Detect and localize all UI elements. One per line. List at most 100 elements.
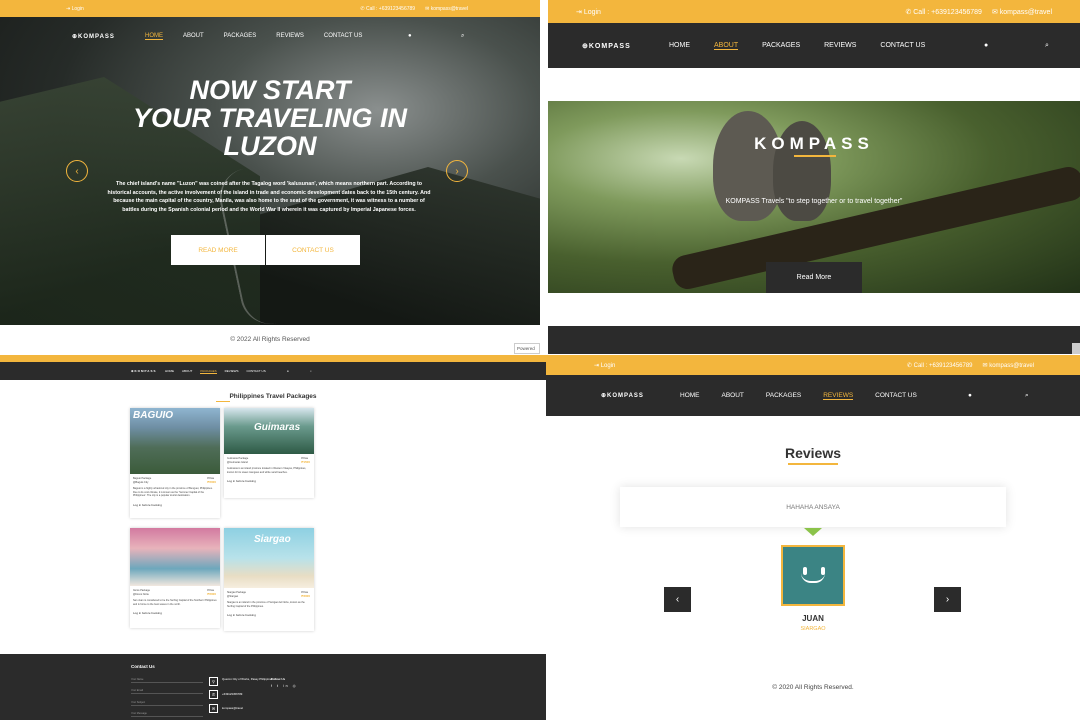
package-card[interactable]: Siargao Price ₱3000 Siargao Package @Siar… — [224, 528, 314, 631]
mail-icon: ✉ — [209, 704, 218, 713]
read-more-button[interactable]: READ MORE — [171, 235, 265, 265]
login-to-book[interactable]: Log in before booking — [224, 477, 314, 489]
title-underline — [216, 401, 230, 402]
user-icon[interactable]: ● — [984, 42, 988, 49]
nav-packages[interactable]: PACKAGES — [200, 369, 217, 374]
title-underline — [794, 155, 836, 157]
nav-about[interactable]: ABOUT — [714, 42, 739, 50]
prev-review-button[interactable]: ‹ — [664, 587, 691, 612]
login-link[interactable]: ⇥ Login — [66, 6, 84, 12]
footer-copyright: © 2022 All Rights Reserved — [0, 325, 540, 354]
package-desc: Baguio is a highly urbanized city in the… — [133, 487, 213, 497]
nav-contact[interactable]: CONTACT US — [875, 392, 917, 400]
package-location: @Baguio City — [133, 480, 149, 484]
chevron-right-icon[interactable]: › — [446, 160, 468, 182]
nav-packages[interactable]: PACKAGES — [766, 392, 801, 400]
nav-reviews[interactable]: REVIEWS — [276, 33, 304, 40]
reviewer-name: JUAN — [802, 614, 824, 623]
read-more-button[interactable]: Read More — [766, 262, 862, 293]
edge-tab — [1072, 343, 1080, 354]
home-page-screenshot: ⇥ Login ✆ Call : +639123456789 ✉ kompass… — [0, 0, 540, 354]
nav-about[interactable]: ABOUT — [183, 33, 204, 40]
email-text: kompass@travel — [222, 706, 243, 710]
nav-contact[interactable]: CONTACT US — [246, 369, 265, 374]
nav-about[interactable]: ABOUT — [722, 392, 744, 400]
tagline: KOMPASS Travels "to step together or to … — [725, 198, 903, 205]
message-field[interactable]: Your Message — [131, 712, 203, 717]
user-icon[interactable]: ● — [287, 369, 289, 373]
nav-reviews[interactable]: REVIEWS — [824, 42, 856, 50]
logo[interactable]: ⊕KOMPASS — [582, 42, 631, 50]
nav-contact[interactable]: CONTACT US — [324, 33, 362, 40]
reviews-page-screenshot: ⇥ Login ✆ Call : +639123456789 ✉ kompass… — [546, 355, 1080, 720]
email-field[interactable]: Your Email — [131, 689, 203, 694]
package-image: Siargao — [224, 528, 314, 588]
package-location: @Guimaras Island — [227, 460, 248, 464]
search-icon[interactable]: ⌕ — [1025, 392, 1029, 400]
login-link[interactable]: ⇥ Login — [576, 8, 601, 16]
about-page-screenshot: ⇥ Login ✆ Call : +639123456789 ✉ kompass… — [548, 0, 1080, 354]
nav-home[interactable]: HOME — [669, 42, 690, 50]
call-info: ✆ Call : +639123456789 — [906, 362, 973, 369]
package-card[interactable]: BAGUIO Price ₱2000 Baguio Package @Baguio… — [130, 408, 220, 518]
nav-packages[interactable]: PACKAGES — [224, 33, 257, 40]
next-review-button[interactable]: › — [934, 587, 961, 612]
nav-contact[interactable]: CONTACT US — [880, 42, 925, 50]
nav-about[interactable]: ABOUT — [182, 369, 192, 374]
chevron-left-icon[interactable]: ‹ — [66, 160, 88, 182]
nav-home[interactable]: HOME — [680, 392, 700, 400]
email-info: ✉ kompass@travel — [991, 8, 1052, 16]
subject-field[interactable]: Your Subject — [131, 701, 203, 706]
nav-home[interactable]: HOME — [145, 33, 163, 40]
call-info: ✆ Call : +639123456789 — [905, 8, 982, 16]
hero-description: The chief island's name "Luzon" was coin… — [107, 181, 431, 213]
nav-reviews[interactable]: REVIEWS — [823, 392, 854, 400]
nav-reviews[interactable]: REVIEWS — [225, 369, 239, 374]
package-location: @Siargao — [227, 594, 239, 598]
navbar: ⊕KOMPASS HOME ABOUT PACKAGES REVIEWS CON… — [0, 362, 546, 380]
top-bar: ⇥ Login ✆ Call : +639123456789 ✉ kompass… — [548, 0, 1080, 23]
follow-title: Follow Us — [271, 677, 286, 681]
nav-home[interactable]: HOME — [165, 369, 174, 374]
package-image: Guimaras — [224, 408, 314, 454]
package-card[interactable]: Guimaras Price ₱1500 Guimaras Package @Gu… — [224, 408, 314, 498]
phone-text: +639123456789 — [222, 692, 243, 696]
footer-copyright: © 2020 All Rights Reserved. — [772, 684, 854, 691]
powered-badge: Powered — [514, 343, 540, 354]
user-icon[interactable]: ● — [968, 392, 972, 399]
nav-packages[interactable]: PACKAGES — [762, 42, 800, 50]
login-to-book[interactable]: Log in before booking — [130, 501, 220, 513]
login-link[interactable]: ⇥ Login — [594, 362, 615, 369]
location-icon: ⚲ — [209, 677, 218, 686]
dark-section — [548, 326, 1080, 354]
search-icon[interactable]: ⌕ — [1045, 42, 1049, 50]
logo[interactable]: ⊕KOMPASS — [601, 392, 644, 399]
email-info: ✉ kompass@travel — [425, 5, 468, 12]
address-text: Quezon City of Works, Pasay Philippines — [222, 677, 273, 681]
search-icon[interactable]: ⌕ — [310, 369, 312, 373]
package-desc: Guimaras is an island province located i… — [227, 467, 307, 474]
package-card[interactable]: Price ₱2000 Ilocos Package @Ilocos Norte … — [130, 528, 220, 628]
logo[interactable]: ⊕KOMPASS — [131, 369, 156, 373]
login-to-book[interactable]: Log in before booking — [224, 611, 314, 623]
name-field[interactable]: Your Name — [131, 678, 203, 683]
top-bar: ⇥ Login ✆ Call : +639123456789 ✉ kompass… — [0, 0, 540, 17]
search-icon[interactable]: ⌕ — [461, 33, 464, 40]
title-underline — [788, 463, 838, 465]
navbar: ⊕KOMPASS HOME ABOUT PACKAGES REVIEWS CON… — [0, 17, 540, 55]
logo[interactable]: ⊕KOMPASS — [72, 33, 115, 40]
avatar — [781, 545, 845, 606]
user-icon[interactable]: ● — [408, 33, 412, 39]
login-to-book[interactable]: Log in before booking — [130, 609, 220, 621]
hero-title: NOW START YOUR TRAVELING IN LUZON — [132, 75, 407, 161]
reviews-title: Reviews — [784, 445, 842, 461]
contact-us-button[interactable]: CONTACT US — [266, 235, 360, 265]
contact-footer: Contact Us Your Name Your Email Your Sub… — [0, 654, 546, 720]
package-desc: San Juan is considered to be the Surfing… — [133, 599, 217, 606]
about-title: KOMPASS — [754, 134, 874, 153]
package-location: @Ilocos Norte — [133, 592, 149, 596]
social-icons[interactable]: f t in ◎ — [271, 684, 298, 688]
review-quote: HAHAHA ANSAYA — [620, 487, 1006, 527]
package-image — [130, 528, 220, 586]
navbar: ⊕KOMPASS HOME ABOUT PACKAGES REVIEWS CON… — [546, 375, 1080, 416]
